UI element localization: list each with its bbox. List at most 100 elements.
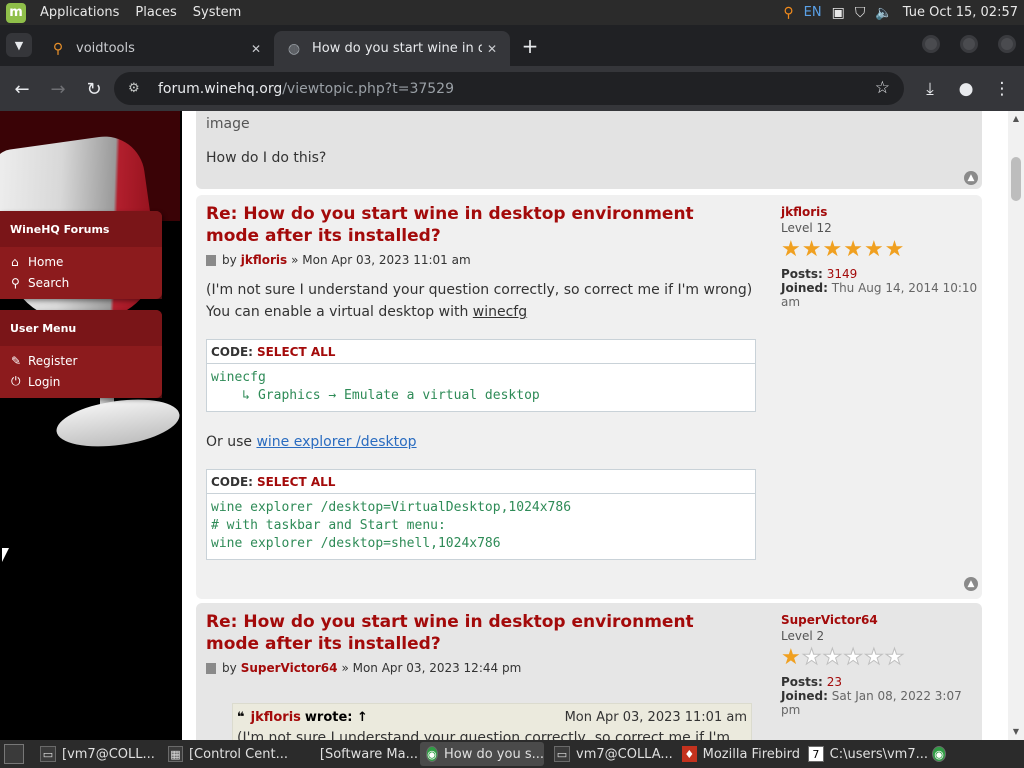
system-menu-item[interactable]: System — [185, 5, 249, 20]
taskbar-item-chrome-extra[interactable]: ◉ — [930, 742, 952, 766]
show-desktop-icon[interactable] — [4, 744, 24, 764]
bookmark-star-icon[interactable]: ☆ — [875, 78, 890, 98]
user-menu-body: ✎ Register ⏻ Login — [0, 346, 162, 398]
chrome-icon: ◉ — [932, 746, 946, 762]
system-tray: ⚲ EN ▣ ⛉ 🔈 Tue Oct 15, 02:57 — [783, 0, 1018, 25]
firebird-icon: ♦ — [682, 746, 697, 762]
taskbar-item-software-manager[interactable]: [Software Ma... — [294, 742, 418, 766]
select-all-link[interactable]: SELECT ALL — [257, 475, 335, 489]
network-icon[interactable]: ▣ — [832, 5, 845, 21]
post-author[interactable]: jkfloris — [241, 253, 287, 267]
tab-title: How do you start wine in de — [312, 41, 482, 56]
close-window-button[interactable] — [998, 35, 1016, 53]
sidebar-item-search[interactable]: ⚲ Search — [0, 272, 162, 293]
forum-content: image How do I do this? ▲ Re: How do you… — [182, 111, 1008, 740]
taskbar-item-chrome[interactable]: ◉ How do you s... — [420, 742, 544, 766]
close-icon[interactable]: ✕ — [482, 39, 502, 59]
post-author[interactable]: SuperVictor64 — [241, 661, 338, 675]
system-panel: m Applications Places System ⚲ EN ▣ ⛉ 🔈 … — [0, 0, 1024, 25]
back-button[interactable]: ← — [9, 76, 35, 102]
code-header: CODE: SELECT ALL — [207, 470, 755, 494]
scroll-down-icon[interactable]: ▼ — [1011, 726, 1021, 736]
post-title[interactable]: Re: How do you start wine in desktop env… — [206, 203, 706, 247]
sidebar-item-register[interactable]: ✎ Register — [0, 350, 162, 371]
quote-block: ❝ jkfloris wrote: ↑ Mon Apr 03, 2023 11:… — [232, 703, 752, 740]
post-body-text: How do I do this? — [206, 150, 327, 166]
winecfg-link[interactable]: winecfg — [473, 304, 527, 320]
maximize-button[interactable] — [960, 35, 978, 53]
places-menu[interactable]: Places — [127, 5, 184, 20]
post-previous: image How do I do this? ▲ — [196, 111, 982, 189]
post-jkfloris: Re: How do you start wine in desktop env… — [196, 195, 982, 599]
chrome-icon: ◉ — [426, 746, 438, 762]
profile-username[interactable]: jkfloris — [781, 205, 982, 219]
taskbar-item-terminal-2[interactable]: ▭ vm7@COLLA... — [548, 742, 674, 766]
volume-icon[interactable]: 🔈 — [875, 5, 892, 21]
posts-count[interactable]: 3149 — [827, 267, 858, 281]
system-menu: m Applications Places System — [0, 0, 249, 25]
tab-search-button[interactable]: ▼ — [6, 33, 32, 57]
quote-author[interactable]: jkfloris — [251, 710, 301, 725]
joined-label: Joined: — [781, 281, 828, 295]
wine-explorer-link[interactable]: wine explorer /desktop — [256, 434, 416, 450]
back-to-top-icon[interactable]: ▲ — [964, 577, 978, 591]
post-doc-icon[interactable] — [206, 254, 216, 266]
search-tray-icon[interactable]: ⚲ — [783, 5, 793, 21]
site-info-icon[interactable]: ⚙ — [128, 81, 144, 96]
page-viewport: WineHQ Forums ⌂ Home ⚲ Search User Menu ✎ R… — [0, 111, 1024, 740]
post-body-line3: Or use wine explorer /desktop — [206, 431, 417, 453]
posts-count[interactable]: 23 — [827, 675, 842, 689]
clock[interactable]: Tue Oct 15, 02:57 — [903, 5, 1018, 20]
tab-winehq[interactable]: ◍ How do you start wine in de ✕ — [274, 31, 510, 66]
taskbar-item-terminal[interactable]: ▭ [vm7@COLL... — [34, 742, 156, 766]
shield-icon[interactable]: ⛉ — [855, 5, 866, 21]
address-bar[interactable]: ⚙ forum.winehq.org/viewtopic.php?t=37529… — [114, 72, 904, 105]
profile-posts: Posts: 23 — [781, 675, 982, 689]
scroll-up-icon[interactable]: ▲ — [1011, 113, 1021, 123]
page-scrollbar[interactable]: ▲ ▼ — [1008, 111, 1024, 740]
mint-logo-icon[interactable]: m — [6, 2, 26, 23]
url-path: /viewtopic.php?t=37529 — [282, 80, 454, 97]
text-prefix: Or use — [206, 434, 257, 450]
post-body-line1: (I'm not sure I understand your question… — [206, 282, 753, 298]
profile-icon[interactable]: ● — [953, 76, 979, 102]
menu-kebab-icon[interactable]: ⋮ — [989, 76, 1015, 102]
select-all-link[interactable]: SELECT ALL — [257, 345, 335, 359]
sidebar-item-login[interactable]: ⏻ Login — [0, 371, 162, 392]
download-icon[interactable]: ⤓ — [917, 76, 943, 102]
profile-rank: Level 2 — [781, 629, 825, 643]
minimize-button[interactable] — [922, 35, 940, 53]
applications-menu[interactable]: Applications — [32, 5, 127, 20]
taskbar-label: [vm7@COLL... — [62, 746, 155, 762]
taskbar-item-firebird[interactable]: ♦ Mozilla Firebird — [676, 742, 800, 766]
terminal-icon: ▭ — [554, 746, 570, 762]
taskbar-label: vm7@COLLA... — [576, 746, 673, 762]
sidebar-link-label: Register — [28, 353, 78, 368]
post-doc-icon[interactable] — [206, 662, 216, 674]
back-to-top-icon[interactable]: ▲ — [964, 171, 978, 185]
close-icon[interactable]: ✕ — [246, 39, 266, 59]
tab-strip: ▼ ⚲ voidtools ✕ ◍ How do you start wine … — [0, 25, 1024, 66]
code-content[interactable]: wine explorer /desktop=VirtualDesktop,10… — [207, 494, 755, 559]
post-title[interactable]: Re: How do you start wine in desktop env… — [206, 611, 706, 655]
keyboard-layout[interactable]: EN — [804, 5, 822, 20]
url-host: forum.winehq.org — [158, 80, 283, 97]
code-box: CODE: SELECT ALL winecfg ↳ Graphics → Em… — [206, 339, 756, 412]
user-menu-box: User Menu ✎ Register ⏻ Login — [0, 310, 162, 398]
url-text[interactable]: forum.winehq.org/viewtopic.php?t=37529 — [158, 81, 454, 97]
new-tab-button[interactable]: + — [518, 34, 542, 58]
control-center-icon: ▦ — [168, 746, 183, 762]
scroll-thumb[interactable] — [1011, 157, 1021, 201]
tab-voidtools[interactable]: ⚲ voidtools ✕ — [38, 31, 274, 66]
profile-username[interactable]: SuperVictor64 — [781, 613, 982, 627]
joined-label: Joined: — [781, 689, 828, 703]
sidebar-item-home[interactable]: ⌂ Home — [0, 251, 162, 272]
code-content[interactable]: winecfg ↳ Graphics → Emulate a virtual d… — [207, 364, 755, 411]
quote-date: Mon Apr 03, 2023 11:01 am — [564, 709, 747, 725]
forums-menu-title: WineHQ Forums — [0, 211, 162, 247]
forward-button[interactable]: → — [45, 76, 71, 102]
reload-button[interactable]: ↻ — [81, 76, 107, 102]
taskbar-item-wine-console[interactable]: 7 C:\users\vm7... — [802, 742, 928, 766]
quote-suffix[interactable]: wrote: ↑ — [305, 710, 368, 725]
taskbar-item-control-center[interactable]: ▦ [Control Cent... — [162, 742, 288, 766]
